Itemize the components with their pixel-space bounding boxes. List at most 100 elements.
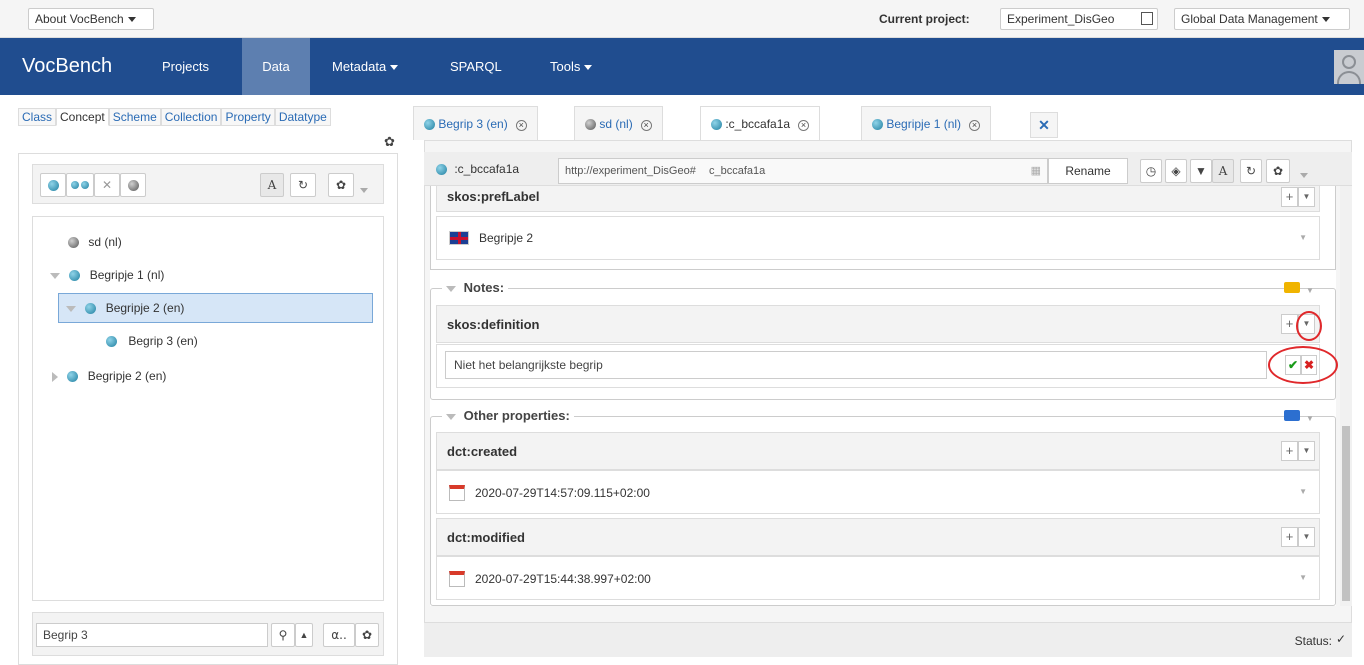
scrollbar-thumb[interactable] [1342, 426, 1350, 601]
left-tab-bar: Class Concept Scheme Collection Property Data… [18, 108, 331, 128]
chevron-down-icon[interactable]: ▼ [1299, 233, 1307, 242]
modified-prop: dct:modified [447, 530, 525, 545]
search-options-toggle[interactable]: ▲ [295, 623, 313, 647]
global-data-dropdown[interactable]: Global Data Management [1174, 8, 1350, 30]
refresh-icon[interactable]: ↻ [290, 173, 316, 197]
tab-datatype[interactable]: Datatype [274, 108, 331, 126]
add-icon[interactable]: + [1281, 527, 1298, 547]
gear-icon[interactable]: ✿ [355, 623, 379, 647]
chevron-down-icon[interactable]: ▼ [1298, 187, 1315, 207]
modified-value: 2020-07-29T15:44:38.997+02:00 [475, 572, 651, 586]
chevron-down-icon[interactable] [360, 183, 368, 197]
tree-node-begripje1[interactable]: Begripje 1 (nl) [50, 263, 164, 287]
definition-header: skos:definition + ▼ [436, 305, 1320, 343]
definition-input[interactable] [445, 351, 1267, 379]
tab-property[interactable]: Property [221, 108, 275, 126]
chevron-down-icon[interactable]: ▼ [1299, 573, 1307, 582]
create-narrower-icon[interactable] [66, 173, 94, 197]
search-mode-button[interactable]: α.. [323, 623, 355, 647]
chevron-down-icon[interactable]: ▼ [1299, 487, 1307, 496]
tree-node-begripje2[interactable]: Begripje 2 (en) [66, 296, 184, 320]
iri-field[interactable]: http://experiment_DisGeo# c_bccafa1a ▦ [558, 158, 1048, 184]
rendering-toggle[interactable]: A [1212, 159, 1234, 183]
deprecated-concept-icon[interactable] [120, 173, 146, 197]
nav-metadata-label: Metadata [332, 59, 387, 74]
expand-caret-icon[interactable] [50, 272, 60, 279]
tab-class[interactable]: Class [18, 108, 57, 126]
nav-tools[interactable]: Tools [534, 38, 608, 95]
concept-sphere-icon [436, 164, 447, 176]
other-legend[interactable]: Other properties: [442, 408, 574, 423]
nav-projects[interactable]: Projects [146, 38, 225, 95]
chevron-down-icon [584, 65, 593, 71]
navbar: VocBench Projects Data Metadata SPARQL T… [0, 38, 1364, 95]
tab-label: Begripje 1 (nl) [886, 117, 962, 131]
tree-node-sd[interactable]: sd (nl) [68, 230, 122, 254]
tab-begrip3[interactable]: Begrip 3 (en) × [413, 106, 538, 140]
chevron-down-icon[interactable]: ▼ [1306, 414, 1314, 423]
check-icon[interactable]: ✓ [1336, 632, 1346, 646]
preflabel-value-row[interactable]: Begripje 2 ▼ [436, 216, 1320, 260]
gear-icon[interactable]: ✿ [384, 134, 395, 150]
rename-button[interactable]: Rename [1048, 158, 1128, 184]
close-icon[interactable]: × [798, 120, 810, 131]
project-info-icon[interactable] [1141, 12, 1153, 25]
concept-sphere-icon [81, 181, 89, 189]
notes-legend[interactable]: Notes: [442, 280, 509, 295]
brand-logo[interactable]: VocBench [0, 38, 128, 95]
collapse-caret-icon[interactable] [52, 371, 58, 382]
tab-c-bccafa1a[interactable]: :c_bccafa1a × [700, 106, 821, 141]
concept-sphere-icon [711, 119, 722, 131]
annotation-circle [1268, 346, 1338, 384]
tree-node-begripje2-root[interactable]: Begripje 2 (en) [52, 364, 166, 388]
search-icon[interactable]: ⚲ [271, 623, 295, 647]
created-value-row[interactable]: 2020-07-29T14:57:09.115+02:00 ▼ [436, 470, 1320, 514]
add-icon[interactable]: + [1281, 187, 1298, 207]
refresh-icon[interactable]: ↻ [1240, 159, 1262, 183]
add-icon[interactable]: + [1281, 441, 1298, 461]
nav-data[interactable]: Data [242, 38, 310, 95]
search-input[interactable] [36, 623, 268, 647]
modified-value-row[interactable]: 2020-07-29T15:44:38.997+02:00 ▼ [436, 556, 1320, 600]
delete-concept-icon[interactable]: ✕ [94, 173, 120, 197]
tab-scheme[interactable]: Scheme [108, 108, 161, 126]
gear-icon[interactable]: ✿ [328, 173, 354, 197]
created-header: dct:created + ▼ [436, 432, 1320, 470]
tab-sd[interactable]: sd (nl) × [574, 106, 663, 140]
current-project-value: Experiment_DisGeo [1007, 12, 1115, 26]
scrollbar-track[interactable] [1340, 186, 1352, 606]
chevron-down-icon [390, 65, 399, 71]
tree-node-begrip3[interactable]: Begrip 3 (en) [106, 329, 198, 353]
concept-sphere-icon [69, 270, 81, 282]
about-dropdown[interactable]: About VocBench [28, 8, 154, 30]
add-property-icon[interactable] [1284, 410, 1300, 421]
tab-collection[interactable]: Collection [160, 108, 222, 126]
gear-icon[interactable]: ✿ [1266, 159, 1290, 183]
visibility-icon[interactable]: ◈ [1165, 159, 1187, 183]
user-avatar[interactable] [1334, 50, 1364, 84]
current-project-field[interactable]: Experiment_DisGeo [1000, 8, 1158, 30]
close-icon[interactable]: × [969, 120, 981, 131]
nav-metadata[interactable]: Metadata [316, 38, 414, 95]
concept-sphere-icon [67, 371, 79, 383]
filter-icon[interactable]: ▼ [1190, 159, 1212, 183]
tab-concept[interactable]: Concept [56, 108, 109, 126]
close-all-tabs-icon[interactable]: ✕ [1030, 112, 1058, 138]
chevron-down-icon[interactable] [1300, 168, 1308, 182]
close-icon[interactable]: × [640, 120, 652, 131]
close-icon[interactable]: × [515, 120, 527, 131]
expand-caret-icon[interactable] [66, 305, 76, 312]
rendering-toggle[interactable]: A [260, 173, 284, 197]
create-concept-icon[interactable] [40, 173, 66, 197]
localname-text: c_bccafa1a [709, 165, 766, 177]
history-icon[interactable]: ◷ [1140, 159, 1162, 183]
tab-begripje1[interactable]: Begripje 1 (nl) × [861, 106, 992, 140]
chevron-down-icon[interactable]: ▼ [1298, 441, 1315, 461]
add-note-icon[interactable] [1284, 282, 1300, 293]
nav-sparql[interactable]: SPARQL [434, 38, 518, 95]
chevron-down-icon[interactable]: ▼ [1298, 527, 1315, 547]
prop-actions: + ▼ [1281, 187, 1315, 207]
resource-content: skos:prefLabel + ▼ Begripje 2 ▼ Notes: ▼ … [430, 186, 1336, 606]
chevron-down-icon[interactable]: ▼ [1306, 286, 1314, 295]
resource-name-label: :c_bccafa1a [454, 162, 520, 176]
